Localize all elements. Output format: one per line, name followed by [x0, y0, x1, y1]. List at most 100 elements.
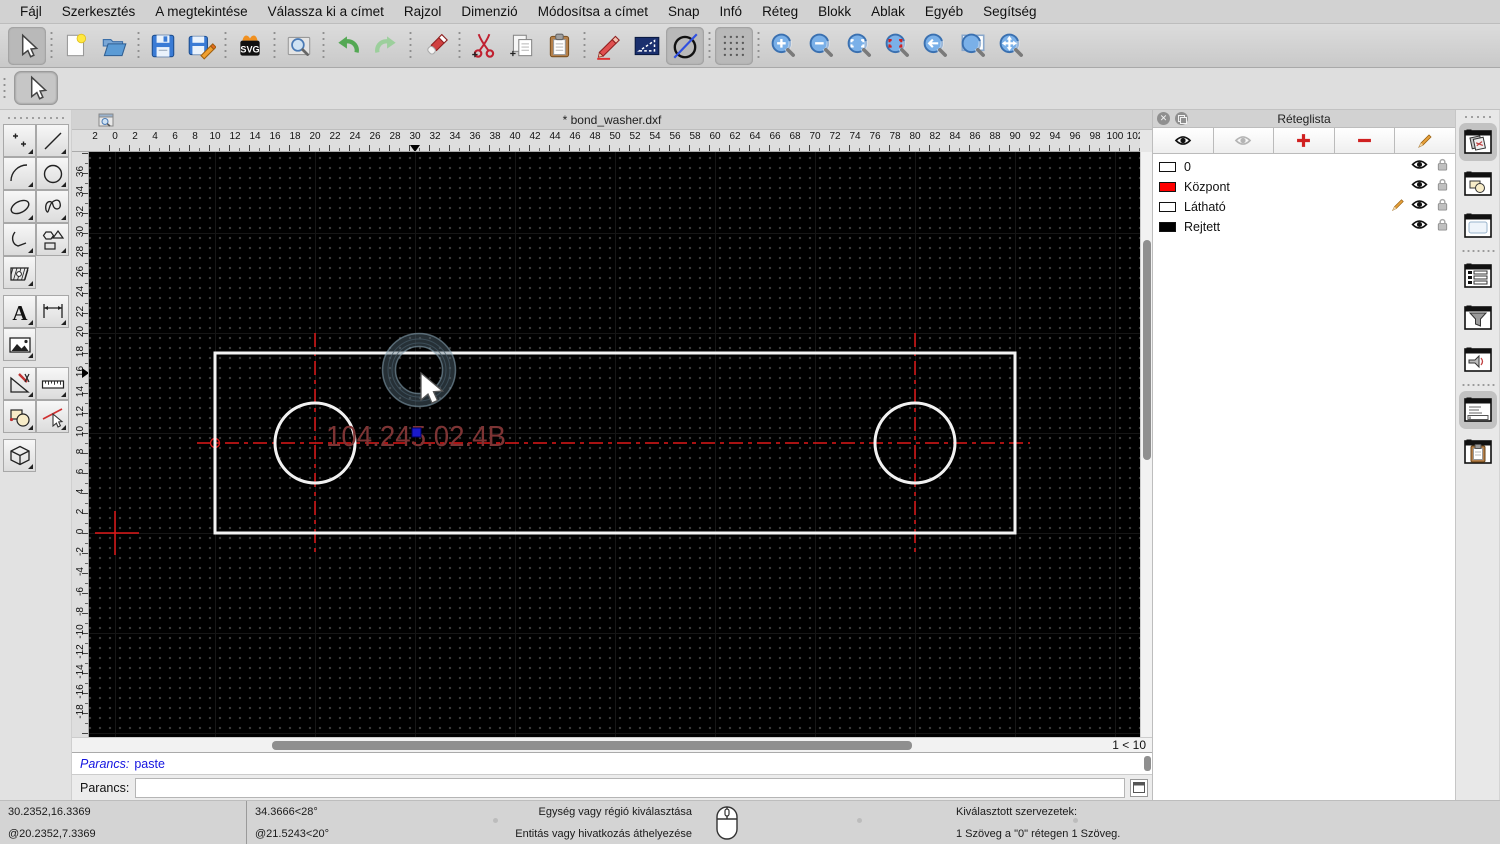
tool-polyline-button[interactable]	[3, 223, 36, 256]
vertical-scrollbar-thumb[interactable]	[1143, 240, 1151, 460]
cut-button[interactable]	[465, 27, 503, 65]
command-prompt-label: Parancs:	[80, 780, 130, 795]
menu-blokk[interactable]: Blokk	[808, 0, 861, 24]
menu-m-dos-tsa-a-c-met[interactable]: Módosítsa a címet	[528, 0, 658, 24]
new-button[interactable]	[57, 27, 95, 65]
horizontal-scrollbar[interactable]: 1 < 10	[72, 737, 1152, 752]
zoom-previous-button[interactable]	[916, 27, 954, 65]
remove-layer-button[interactable]	[1334, 128, 1396, 153]
copy-button[interactable]	[503, 27, 541, 65]
tool-blocks-button[interactable]	[3, 400, 36, 433]
dock-selection-filter-button[interactable]	[1459, 299, 1497, 337]
dock-command-widget-button[interactable]	[1458, 391, 1497, 429]
tool-measure-button[interactable]	[36, 367, 69, 400]
document-titlebar[interactable]: * bond_washer.dxf	[72, 110, 1152, 130]
tool-solid-button[interactable]	[3, 439, 36, 472]
dock-clipboard-widget-button[interactable]	[1459, 433, 1497, 471]
tool-modify-button[interactable]	[3, 367, 36, 400]
paste-button[interactable]	[541, 27, 579, 65]
show-all-layers-button[interactable]	[1153, 128, 1214, 153]
menu-szerkeszt-s[interactable]: Szerkesztés	[52, 0, 146, 24]
tool-ellipse-button[interactable]	[3, 190, 36, 223]
tool-dimension-button[interactable]	[36, 295, 69, 328]
dock-library-browser-button[interactable]	[1459, 257, 1497, 295]
menu-ablak[interactable]: Ablak	[861, 0, 915, 24]
zoom-auto-button[interactable]	[840, 27, 878, 65]
layer-visibility-eye-icon[interactable]	[1411, 158, 1436, 176]
tool-points-button[interactable]	[3, 124, 36, 157]
layer-name: Látható	[1184, 200, 1226, 214]
detach-icon[interactable]	[1175, 112, 1188, 125]
horizontal-scrollbar-thumb[interactable]	[272, 741, 912, 750]
tool-circle-button[interactable]	[36, 157, 69, 190]
menu-rajzol[interactable]: Rajzol	[394, 0, 452, 24]
menu-inf-[interactable]: Infó	[710, 0, 753, 24]
layer-visibility-eye-icon[interactable]	[1411, 218, 1436, 236]
save-button[interactable]	[144, 27, 182, 65]
menu-egy-b[interactable]: Egyéb	[915, 0, 973, 24]
tool-line-button[interactable]	[36, 124, 69, 157]
menu-v-lassza-ki-a-c-met[interactable]: Válassza ki a címet	[258, 0, 394, 24]
tool-text-button[interactable]: A	[3, 295, 36, 328]
layer-visibility-eye-icon[interactable]	[1411, 198, 1436, 216]
svg-button[interactable]: SVG	[231, 27, 269, 65]
tool-select-button[interactable]	[36, 400, 69, 433]
menu-snap[interactable]: Snap	[658, 0, 710, 24]
grid-button[interactable]	[715, 26, 753, 65]
dock-entity-info-button[interactable]	[1459, 341, 1497, 379]
tool-hatch-button[interactable]	[3, 256, 36, 289]
pen-button[interactable]	[590, 27, 628, 65]
ruler-h-label: 0	[112, 131, 118, 142]
layer-row-l-that-[interactable]: Látható	[1153, 197, 1455, 217]
rectsel-button[interactable]	[628, 27, 666, 65]
menu-f-jl[interactable]: Fájl	[10, 0, 52, 24]
circleline-button[interactable]	[666, 26, 704, 65]
tool-spline-button[interactable]	[36, 190, 69, 223]
toolbar-separator	[49, 29, 54, 62]
layer-row-k-zpont[interactable]: Központ	[1153, 177, 1455, 197]
menu-dimenzi-[interactable]: Dimenzió	[451, 0, 527, 24]
pointer-button[interactable]	[8, 26, 46, 65]
close-icon[interactable]: ✕	[1157, 112, 1170, 125]
dock-block-list-button[interactable]	[1459, 165, 1497, 203]
menu-r-teg[interactable]: Réteg	[752, 0, 808, 24]
saveas-button[interactable]	[182, 27, 220, 65]
menu-a-megtekint-se[interactable]: A megtekintése	[145, 0, 257, 24]
layer-row-0[interactable]: 0	[1153, 157, 1455, 177]
zoom-window-button[interactable]	[954, 27, 992, 65]
hide-all-layers-button[interactable]	[1213, 128, 1275, 153]
toolbar-handle[interactable]	[2, 76, 7, 102]
edit-layer-button[interactable]	[1395, 128, 1455, 153]
open-button[interactable]	[95, 27, 133, 65]
layer-lock-icon[interactable]	[1436, 198, 1449, 216]
command-history-scrollbar[interactable]	[1144, 756, 1151, 771]
dock-layer-list-button[interactable]	[1458, 123, 1497, 161]
command-input[interactable]	[135, 777, 1125, 798]
command-keyboard-button[interactable]	[1130, 778, 1148, 797]
layer-visibility-eye-icon[interactable]	[1411, 178, 1436, 196]
preview-button[interactable]	[280, 27, 318, 65]
palette-handle[interactable]	[6, 116, 64, 120]
tool-image-button[interactable]	[3, 328, 36, 361]
dock-handle[interactable]	[1462, 115, 1493, 119]
layer-row-rejtett[interactable]: Rejtett	[1153, 217, 1455, 237]
menu-seg-ts-g[interactable]: Segítség	[973, 0, 1046, 24]
zoom-pan-button[interactable]	[992, 27, 1030, 65]
add-layer-button[interactable]	[1274, 128, 1335, 153]
dock-layer-preview-button[interactable]	[1459, 207, 1497, 245]
undo-button[interactable]	[329, 27, 367, 65]
canvas-area: 2 0 2 4 6 8 10 12 14 16 18 20 22 24 26 28 30 32 34 36 38 40 42…	[72, 130, 1152, 752]
zoom-in-button[interactable]	[764, 27, 802, 65]
layer-lock-icon[interactable]	[1436, 178, 1449, 196]
selection-pointer-button[interactable]	[14, 71, 58, 105]
layer-lock-icon[interactable]	[1436, 218, 1449, 236]
layer-lock-icon[interactable]	[1436, 158, 1449, 176]
erase-button[interactable]	[416, 27, 454, 65]
zoom-redraw-button[interactable]	[878, 27, 916, 65]
redo-button[interactable]	[367, 27, 405, 65]
zoom-out-button[interactable]	[802, 27, 840, 65]
tool-polygon-button[interactable]	[36, 223, 69, 256]
tool-arc-button[interactable]	[3, 157, 36, 190]
drawing-canvas[interactable]: 104.245.02.4B	[89, 152, 1140, 739]
vertical-scrollbar[interactable]	[1140, 152, 1152, 739]
